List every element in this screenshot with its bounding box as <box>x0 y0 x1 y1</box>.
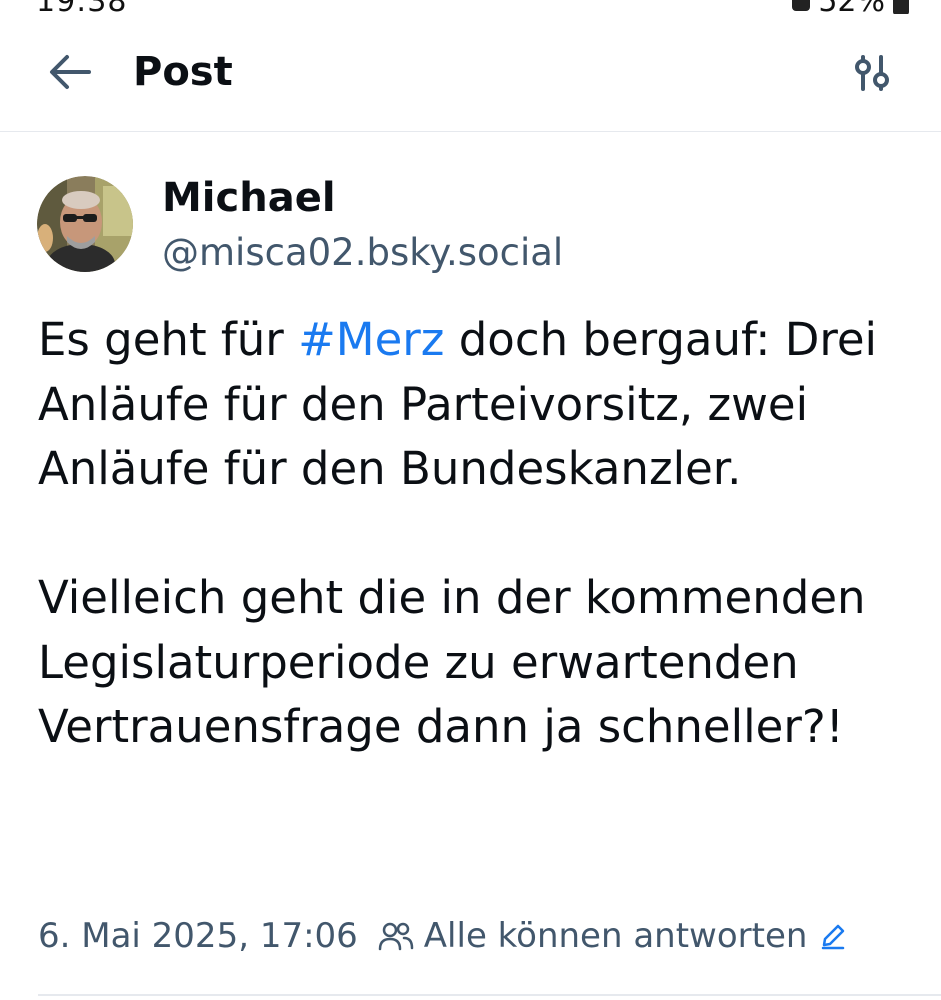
notification-icon <box>792 0 811 11</box>
thread-settings-button[interactable] <box>847 48 897 98</box>
author-display-name[interactable]: Michael <box>162 170 336 226</box>
post-paragraph-2: Vielleich geht die in der kommenden Legi… <box>38 571 866 753</box>
avatar[interactable] <box>37 176 133 272</box>
battery-percent: 52% <box>818 0 885 14</box>
page-title: Post <box>133 49 233 95</box>
status-icons: 52% <box>792 0 909 14</box>
people-icon <box>378 921 414 951</box>
post-meta: 6. Mai 2025, 17:06 Alle können antworten <box>38 916 847 956</box>
battery-icon <box>893 0 909 14</box>
reply-setting-label: Alle können antworten <box>423 916 808 956</box>
post-card: Michael @misca02.bsky.social Es geht für… <box>0 132 941 1000</box>
post-timestamp: 6. Mai 2025, 17:06 <box>38 916 358 956</box>
post-paragraph-1: Es geht für #Merz doch bergauf: Drei Anl… <box>38 308 908 502</box>
post-text-before-hashtag: Es geht für <box>38 313 299 366</box>
pencil-icon <box>819 922 847 950</box>
avatar-photo <box>37 176 133 272</box>
sliders-icon <box>855 55 889 91</box>
divider <box>38 994 941 996</box>
status-bar: 19:38 52% <box>0 0 941 14</box>
author-handle[interactable]: @misca02.bsky.social <box>162 226 563 280</box>
reply-settings-button[interactable]: Alle können antworten <box>378 916 848 956</box>
top-bar: Post <box>0 14 941 132</box>
status-time: 19:38 <box>36 0 127 14</box>
post-body: Es geht für #Merz doch bergauf: Drei Anl… <box>38 308 908 760</box>
hashtag-link[interactable]: #Merz <box>298 313 444 366</box>
arrow-left-icon <box>50 55 91 89</box>
back-button[interactable] <box>36 42 102 102</box>
